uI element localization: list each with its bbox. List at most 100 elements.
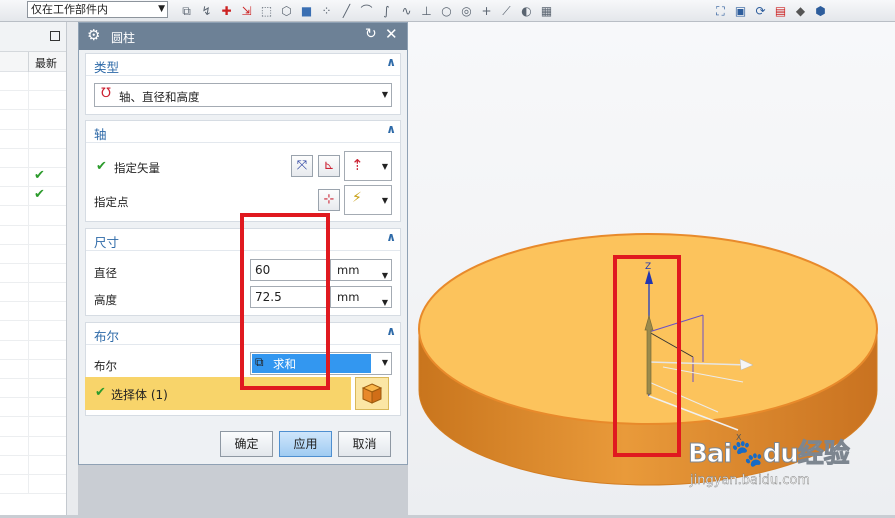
display-icon[interactable]: ⬢ bbox=[812, 3, 829, 19]
curve-icon[interactable]: ∫ bbox=[378, 3, 395, 19]
navigator-row[interactable] bbox=[0, 436, 66, 456]
collapse-icon[interactable]: ∧ bbox=[386, 122, 396, 136]
navigator-rows: ✔ ✔ bbox=[0, 72, 66, 495]
navigator-header bbox=[0, 22, 66, 52]
navigator-row[interactable] bbox=[0, 225, 66, 245]
diameter-label: 直径 bbox=[94, 266, 117, 280]
column-latest[interactable]: 最新 bbox=[35, 55, 57, 71]
navigator-row[interactable] bbox=[0, 129, 66, 149]
reverse-direction-button[interactable]: ⤧ bbox=[291, 155, 313, 177]
select-body-button[interactable] bbox=[355, 377, 389, 410]
vector-type-dropdown[interactable]: ⇡ ▼ bbox=[344, 151, 392, 181]
navigator-row[interactable] bbox=[0, 455, 66, 475]
navigator-row[interactable] bbox=[0, 91, 66, 111]
chevron-down-icon: ▼ bbox=[381, 298, 388, 307]
navigator-row[interactable]: ✔ bbox=[0, 187, 66, 207]
solid-body-icon bbox=[361, 383, 383, 404]
close-icon[interactable]: ✕ bbox=[385, 25, 398, 43]
snap-point-icon[interactable]: ⁘ bbox=[318, 3, 335, 19]
ok-button[interactable]: 确定 bbox=[220, 431, 273, 457]
line-icon[interactable]: ╱ bbox=[338, 3, 355, 19]
annotation-box-dimensions bbox=[240, 213, 330, 390]
navigator-row[interactable] bbox=[0, 110, 66, 130]
dialog-title: 圆柱 bbox=[111, 31, 136, 45]
collapse-icon[interactable]: ∧ bbox=[386, 324, 396, 338]
check-icon: ✔ bbox=[96, 159, 107, 174]
layout-icon[interactable]: ▤ bbox=[772, 3, 789, 19]
point-dialog-button[interactable]: ⊹ bbox=[318, 189, 340, 211]
select-body-label: 选择体 (1) bbox=[111, 388, 168, 402]
render-icon[interactable]: ▣ bbox=[732, 3, 749, 19]
navigator-row[interactable] bbox=[0, 321, 66, 341]
move-icon[interactable]: ⇲ bbox=[238, 3, 255, 19]
navigator-row[interactable] bbox=[0, 283, 66, 303]
point-icon[interactable]: ✚ bbox=[218, 3, 235, 19]
refresh-icon[interactable]: ⟳ bbox=[752, 3, 769, 19]
navigator-row[interactable] bbox=[0, 379, 66, 399]
navigator-column-header: 最新 bbox=[0, 52, 66, 72]
arc-icon[interactable]: ⌒ bbox=[358, 3, 375, 19]
face-icon[interactable]: ◐ bbox=[518, 3, 535, 19]
boolean-label: 布尔 bbox=[94, 359, 117, 373]
type-section-header[interactable]: 类型 ∧ bbox=[86, 54, 400, 76]
navigator-row[interactable] bbox=[0, 148, 66, 168]
cancel-button[interactable]: 取消 bbox=[338, 431, 391, 457]
diameter-unit-dropdown[interactable]: mm ▼ bbox=[330, 259, 392, 281]
circle-icon[interactable]: ○ bbox=[438, 3, 455, 19]
snap-toolbar: ⧉ ↯ ✚ ⇲ ⬚ ⬡ ■ ⁘ ╱ ⌒ ∫ ∿ ⊥ ○ ◎ + ⟋ ◐ ▦ bbox=[178, 3, 555, 19]
navigator-row[interactable] bbox=[0, 474, 66, 495]
shade-icon[interactable]: ◆ bbox=[792, 3, 809, 19]
specify-vector-label: 指定矢量 bbox=[114, 161, 160, 175]
intersect-icon[interactable]: ⊥ bbox=[418, 3, 435, 19]
navigator-row[interactable] bbox=[0, 244, 66, 264]
navigator-row[interactable] bbox=[0, 302, 66, 322]
axis-section-header[interactable]: 轴 ∧ bbox=[86, 121, 400, 143]
navigator-row[interactable] bbox=[0, 206, 66, 226]
navigator-row[interactable] bbox=[0, 398, 66, 418]
navigator-row[interactable]: ✔ bbox=[0, 167, 66, 188]
part-navigator: 最新 ✔ ✔ bbox=[0, 22, 67, 515]
selection-filter-value: 仅在工作部件内 bbox=[31, 3, 108, 16]
chevron-down-icon: ▼ bbox=[381, 162, 388, 171]
box-select-icon[interactable]: ⬚ bbox=[258, 3, 275, 19]
view-toolbar: ⛶ ▣ ⟳ ▤ ◆ ⬢ bbox=[712, 3, 829, 19]
tangent-icon[interactable]: ⟋ bbox=[498, 3, 515, 19]
spline-icon[interactable]: ∿ bbox=[398, 3, 415, 19]
point-type-dropdown[interactable]: ⚡ ▼ bbox=[344, 185, 392, 215]
navigator-row[interactable] bbox=[0, 263, 66, 284]
dialog-title-bar: ⚙ 圆柱 ↻ ✕ bbox=[79, 23, 407, 50]
navigator-row[interactable] bbox=[0, 340, 66, 360]
paw-icon: 🐾 bbox=[731, 439, 764, 470]
navigator-row[interactable] bbox=[0, 72, 66, 92]
cube-icon[interactable]: ■ bbox=[298, 3, 315, 19]
select-icon[interactable]: ↯ bbox=[198, 3, 215, 19]
check-icon: ✔ bbox=[95, 385, 106, 400]
vector-dialog-button[interactable]: ⊾ bbox=[318, 155, 340, 177]
apply-button[interactable]: 应用 bbox=[279, 431, 332, 457]
chevron-down-icon: ▼ bbox=[381, 271, 388, 280]
chevron-down-icon: ▼ bbox=[381, 358, 388, 367]
collapse-icon[interactable]: ∧ bbox=[386, 230, 396, 244]
check-icon: ✔ bbox=[34, 187, 45, 203]
center-icon[interactable]: ◎ bbox=[458, 3, 475, 19]
type-value: 轴、直径和高度 bbox=[119, 90, 200, 104]
snap-icon[interactable]: ⧉ bbox=[178, 3, 195, 19]
type-dropdown[interactable]: ℧ 轴、直径和高度 ▼ bbox=[94, 83, 392, 107]
chevron-down-icon: ▼ bbox=[158, 4, 165, 14]
plus-icon[interactable]: + bbox=[478, 3, 495, 19]
inferred-point-icon: ⚡ bbox=[352, 190, 362, 206]
fit-icon[interactable]: ⛶ bbox=[712, 3, 729, 19]
maximize-icon[interactable] bbox=[50, 31, 60, 41]
selection-filter-dropdown[interactable]: 仅在工作部件内 ▼ bbox=[27, 1, 168, 18]
annotation-box-axis bbox=[613, 255, 681, 457]
grid-icon[interactable]: ▦ bbox=[538, 3, 555, 19]
reset-icon[interactable]: ↻ bbox=[365, 26, 377, 42]
height-unit-dropdown[interactable]: mm ▼ bbox=[330, 286, 392, 308]
view-icon[interactable]: ⬡ bbox=[278, 3, 295, 19]
navigator-row[interactable] bbox=[0, 359, 66, 379]
baidu-watermark: Bai🐾du经验 jingyan.baidu.com bbox=[687, 439, 850, 489]
collapse-icon[interactable]: ∧ bbox=[386, 55, 396, 69]
specify-point-label: 指定点 bbox=[94, 195, 129, 209]
gear-icon[interactable]: ⚙ bbox=[87, 26, 100, 44]
navigator-row[interactable] bbox=[0, 417, 66, 437]
